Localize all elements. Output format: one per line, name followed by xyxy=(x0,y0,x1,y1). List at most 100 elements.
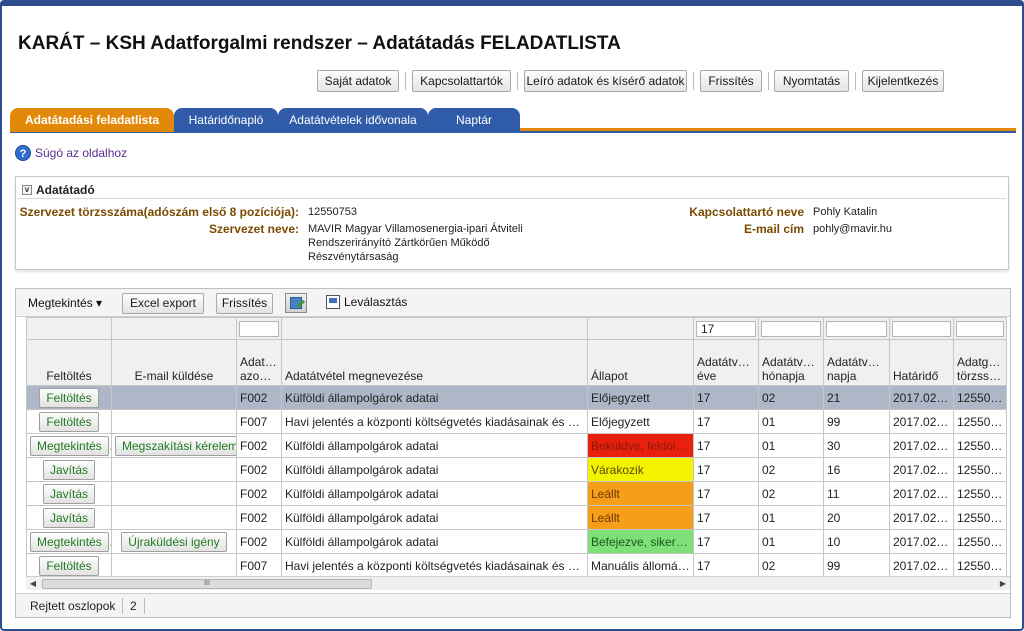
cell-year: 17 xyxy=(693,505,759,530)
edit-columns-icon[interactable] xyxy=(285,293,307,313)
tab-task-list[interactable]: Adatátadási feladatlista xyxy=(10,108,174,132)
grid-refresh-button[interactable]: Frissítés xyxy=(216,293,273,314)
col-name[interactable]: Adatátvétel megnevezése xyxy=(281,339,588,386)
view-button[interactable]: Megtekintés xyxy=(30,435,109,456)
cell-month: 02 xyxy=(758,481,824,506)
cell-year: 17 xyxy=(693,529,759,554)
cell-deadline: 2017.02.2... xyxy=(889,433,954,458)
panel-title: Adatátadó xyxy=(36,183,95,197)
cell-deadline: 2017.02.2... xyxy=(889,385,954,410)
cell-day: 30 xyxy=(823,433,890,458)
cell-month: 01 xyxy=(758,409,824,434)
cell-day: 99 xyxy=(823,409,890,434)
tab-deadline-log[interactable]: Határidőnapló xyxy=(174,108,278,132)
cell-owner: 12550753 xyxy=(953,529,1007,554)
filter-year[interactable]: 17 xyxy=(696,320,756,337)
print-button[interactable]: Nyomtatás xyxy=(774,70,849,92)
grid-toolbar: Megtekintés ▾ Excel export Frissítés Lev… xyxy=(16,289,1010,317)
help-link[interactable]: ? Súgó az oldalhoz xyxy=(15,145,127,161)
col-month[interactable]: Adatátvétel hónapja xyxy=(758,339,824,386)
cell-status: Leállt xyxy=(587,505,694,530)
fix-button[interactable]: Javítás xyxy=(42,459,95,480)
col-year[interactable]: Adatátvétel éve xyxy=(693,339,759,386)
logout-button[interactable]: Kijelentkezés xyxy=(862,70,944,92)
cell-status: Befejezve, sikeresen xyxy=(587,529,694,554)
cell-owner: 12550753 xyxy=(953,385,1007,410)
cell-owner: 12550753 xyxy=(953,553,1007,578)
detach-button[interactable]: Leválasztás xyxy=(326,295,407,309)
task-grid: Megtekintés ▾ Excel export Frissítés Lev… xyxy=(15,288,1011,618)
filter-owner[interactable] xyxy=(956,320,1004,337)
cell-day: 20 xyxy=(823,505,890,530)
detach-label: Leválasztás xyxy=(344,295,408,309)
cell-deadline: 2017.02.1... xyxy=(889,481,954,506)
abort-request-button[interactable]: Megszakítási kérelem xyxy=(115,435,236,456)
col-id[interactable]: Adatátvétel azonosító xyxy=(236,339,282,386)
contact-label: Kapcsolattartó neve xyxy=(689,205,804,219)
toolbar-separator xyxy=(405,72,406,90)
scroll-thumb[interactable]: III xyxy=(42,579,372,589)
cell-day: 10 xyxy=(823,529,890,554)
col-day[interactable]: Adatátvétel napja xyxy=(823,339,890,386)
excel-export-button[interactable]: Excel export xyxy=(122,293,204,314)
filter-deadline[interactable] xyxy=(892,320,951,337)
col-email[interactable]: E-mail küldése xyxy=(111,339,237,386)
page-title: KARÁT – KSH Adatforgalmi rendszer – Adat… xyxy=(18,33,621,54)
filter-id[interactable] xyxy=(239,320,279,337)
cell-day: 21 xyxy=(823,385,890,410)
table-row[interactable]: Javítás F002 Külföldi állampolgárok adat… xyxy=(26,457,1007,482)
panel-header[interactable]: v Adatátadó xyxy=(22,183,95,197)
own-data-button[interactable]: Saját adatok xyxy=(317,70,399,92)
resend-request-button[interactable]: Újraküldési igény xyxy=(121,531,227,552)
table-row[interactable]: Feltöltés F007 Havi jelentés a központi … xyxy=(26,553,1007,578)
cell-month: 02 xyxy=(758,457,824,482)
col-status[interactable]: Állapot xyxy=(587,339,694,386)
cell-year: 17 xyxy=(693,433,759,458)
descriptors-button[interactable]: Leíró adatok és kísérő adatok xyxy=(524,70,687,92)
scroll-right-icon[interactable]: ▶ xyxy=(996,577,1010,591)
cell-month: 01 xyxy=(758,529,824,554)
col-upload[interactable]: Feltöltés xyxy=(26,339,112,386)
header-row: Feltöltés E-mail küldése Adatátvétel azo… xyxy=(26,339,1007,386)
cell-status: Előjegyzett xyxy=(587,409,694,434)
table-row[interactable]: Javítás F002 Külföldi állampolgárok adat… xyxy=(26,505,1007,530)
scroll-left-icon[interactable]: ◀ xyxy=(26,577,40,591)
table-row[interactable]: Javítás F002 Külföldi állampolgárok adat… xyxy=(26,481,1007,506)
help-label: Súgó az oldalhoz xyxy=(35,146,128,160)
upload-button[interactable]: Feltöltés xyxy=(39,411,99,432)
table-row[interactable]: Feltöltés F002 Külföldi állampolgárok ad… xyxy=(26,385,1007,410)
org-name-line2: Rendszerirányító Zártkörűen Működő xyxy=(308,237,490,249)
hidden-columns-label: Rejtett oszlopok xyxy=(30,599,116,613)
org-name-line3: Részvénytársaság xyxy=(308,251,399,263)
fix-button[interactable]: Javítás xyxy=(42,483,95,504)
contacts-button[interactable]: Kapcsolattartók xyxy=(412,70,511,92)
col-deadline[interactable]: Határidő xyxy=(889,339,954,386)
table-row[interactable]: Feltöltés F007 Havi jelentés a központi … xyxy=(26,409,1007,434)
filter-day[interactable] xyxy=(826,320,887,337)
cell-month: 01 xyxy=(758,433,824,458)
fix-button[interactable]: Javítás xyxy=(42,507,95,528)
refresh-button[interactable]: Frissítés xyxy=(700,70,762,92)
upload-button[interactable]: Feltöltés xyxy=(39,387,99,408)
help-icon: ? xyxy=(15,145,31,161)
upload-button[interactable]: Feltöltés xyxy=(39,555,99,576)
tab-calendar[interactable]: Naptár xyxy=(428,108,520,132)
collapse-icon[interactable]: v xyxy=(22,185,32,195)
table-row[interactable]: Megtekintés Újraküldési igény F002 Külfö… xyxy=(26,529,1007,554)
cell-year: 17 xyxy=(693,481,759,506)
col-owner[interactable]: Adatgazda törzsszáma xyxy=(953,339,1007,386)
tab-timeline[interactable]: Adatátvételek idővonala xyxy=(278,108,428,132)
cell-id: F002 xyxy=(236,457,282,482)
filter-month[interactable] xyxy=(761,320,821,337)
hidden-columns-count: 2 xyxy=(130,599,137,613)
horizontal-scrollbar[interactable]: ◀ III ▶ xyxy=(26,576,1010,590)
view-menu[interactable]: Megtekintés ▾ xyxy=(28,293,102,314)
cell-year: 17 xyxy=(693,409,759,434)
cell-month: 01 xyxy=(758,505,824,530)
cell-id: F007 xyxy=(236,553,282,578)
app-window: KARÁT – KSH Adatforgalmi rendszer – Adat… xyxy=(0,0,1024,631)
cell-name: Külföldi állampolgárok adatai xyxy=(281,481,588,506)
table-row[interactable]: Megtekintés Megszakítási kérelem F002 Kü… xyxy=(26,433,1007,458)
cell-id: F007 xyxy=(236,409,282,434)
view-button[interactable]: Megtekintés xyxy=(30,531,109,552)
